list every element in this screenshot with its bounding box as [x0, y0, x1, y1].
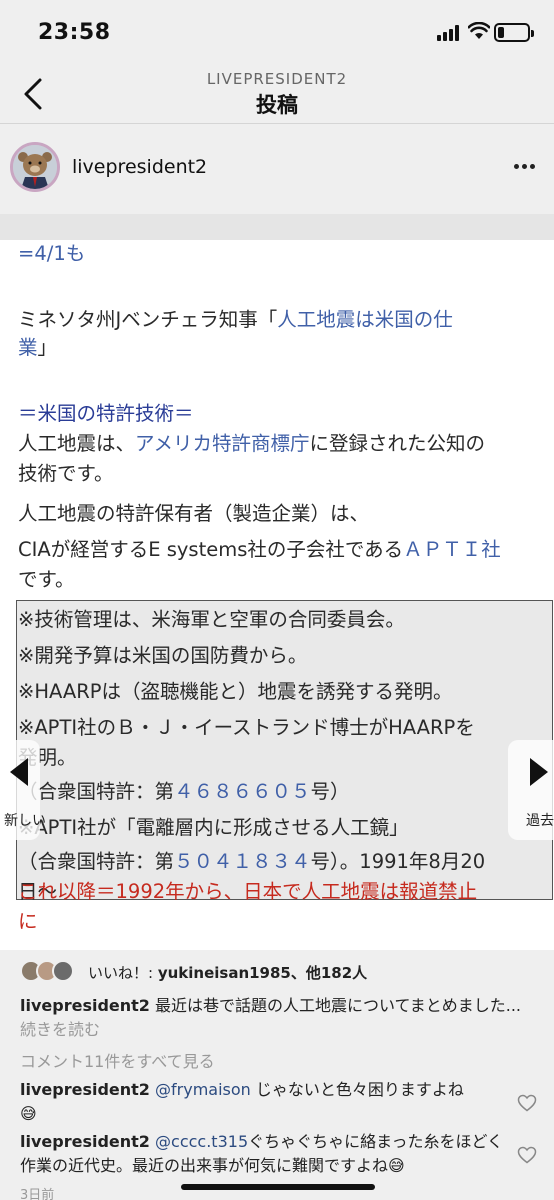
home-indicator[interactable] — [181, 1184, 375, 1190]
image-line: =4/1も — [18, 242, 86, 265]
like-comment-heart-icon[interactable] — [517, 1146, 537, 1164]
caption: livepresident2 最近は巷で話題の人工地震についてまとめました...… — [20, 994, 540, 1042]
image-line: 人工地震は、アメリカ特許商標庁に登録された公知の — [18, 432, 486, 455]
like-comment-heart-icon[interactable] — [517, 1094, 537, 1112]
image-line: 業」 — [18, 336, 58, 359]
caption-text: 最近は巷で話題の人工地震についてまとめました... — [149, 996, 522, 1015]
likes-names[interactable]: yukineisan1985、他182人 — [158, 964, 367, 982]
comment: livepresident2 @frymaison じゃないと色々困りますよね 😅 — [20, 1078, 510, 1126]
image-note: （合衆国特許：第５０４１８３４号）。1991年8月20 — [18, 850, 486, 873]
chevron-right-icon — [530, 758, 548, 786]
comment: livepresident2 @cccc.t315ぐちゃぐちゃに絡まった糸をほど… — [20, 1130, 510, 1178]
status-time: 23:58 — [38, 20, 111, 45]
highlighted-phrase: ４６８６６０５ — [174, 780, 311, 803]
read-more-link[interactable]: 続きを読む — [20, 1020, 100, 1039]
comment-mention[interactable]: @frymaison — [155, 1080, 251, 1099]
more-options-icon[interactable] — [512, 162, 538, 172]
carousel-prev-label: 新しい — [4, 813, 46, 829]
comment-emoji: 😅 — [20, 1104, 37, 1123]
image-warning-line: に — [18, 910, 38, 933]
chevron-left-icon — [10, 758, 28, 786]
wifi-icon — [468, 22, 490, 39]
image-warning-line: これ以降＝1992年から、日本で人工地震は報道禁止 — [18, 880, 478, 903]
comment-mention[interactable]: @cccc.t315 — [155, 1132, 248, 1151]
image-note: （合衆国特許：第４６８６６０５号） — [18, 780, 350, 803]
cellular-signal-icon — [437, 25, 459, 41]
page-title: 投稿 — [256, 93, 298, 117]
image-line: です。 — [18, 568, 75, 591]
post-image[interactable]: =4/1も ミネソタ州Jベンチェラ知事「人工地震は米国の仕 業」 ＝米国の特許技… — [0, 214, 554, 950]
image-top-band — [0, 214, 554, 240]
likes-prefix: いいね！: — [88, 964, 158, 982]
comment-username[interactable]: livepresident2 — [20, 1080, 150, 1099]
account-name: LIVEPRESIDENT2 — [206, 70, 348, 88]
image-note: ※APTI社のＢ・Ｊ・イーストランド博士がHAARPを — [18, 716, 475, 739]
image-heading: ＝米国の特許技術＝ — [18, 402, 194, 425]
likes-text: いいね！: yukineisan1985、他182人 — [88, 962, 367, 983]
avatar[interactable] — [10, 142, 60, 192]
carousel-prev-button[interactable]: 新しい — [0, 740, 46, 840]
likes-row[interactable]: いいね！: yukineisan1985、他182人 — [0, 958, 554, 990]
image-note: ※HAARPは（盗聴機能と）地震を誘発する発明。 — [18, 680, 453, 703]
comment-text: じゃないと色々困りますよね — [250, 1080, 464, 1099]
highlighted-phrase: アメリカ特許商標庁 — [135, 432, 310, 455]
status-bar: 23:58 — [0, 0, 554, 62]
highlighted-phrase: 人工地震は米国の仕 — [277, 308, 453, 331]
highlighted-phrase: ５０４１８３４ — [174, 850, 311, 873]
image-note: ※APTI社が「電離層内に形成させる人工鏡」 — [18, 816, 409, 839]
avatar-bear-icon — [13, 145, 57, 189]
caption-username[interactable]: livepresident2 — [20, 996, 150, 1015]
liker-avatar — [52, 960, 74, 982]
image-note: ※開発予算は米国の国防費から。 — [18, 644, 308, 667]
battery-icon — [494, 23, 534, 42]
nav-bar: LIVEPRESIDENT2 投稿 — [0, 62, 554, 124]
highlighted-phrase: ＡＰＴＩ社 — [403, 538, 501, 561]
image-line: CIAが経営するE systems社の子会社であるＡＰＴＩ社 — [18, 538, 501, 561]
carousel-next-button[interactable]: 過去 — [508, 740, 554, 840]
highlighted-phrase: 業 — [18, 336, 38, 359]
comment-emoji: 😅 — [388, 1156, 405, 1175]
image-line: 人工地震の特許保有者（製造企業）は、 — [18, 502, 370, 525]
post-username[interactable]: livepresident2 — [72, 156, 207, 178]
comment-username[interactable]: livepresident2 — [20, 1132, 150, 1151]
post-header: livepresident2 — [0, 124, 554, 214]
image-note: ※技術管理は、米海軍と空軍の合同委員会。 — [18, 608, 405, 631]
image-line: 技術です。 — [18, 462, 114, 485]
view-all-comments-link[interactable]: コメント11件をすべて見る — [20, 1048, 215, 1072]
post-timestamp: 3日前 — [20, 1188, 55, 1200]
image-line: ミネソタ州Jベンチェラ知事「人工地震は米国の仕 — [18, 308, 453, 331]
carousel-next-label: 過去 — [526, 813, 554, 829]
